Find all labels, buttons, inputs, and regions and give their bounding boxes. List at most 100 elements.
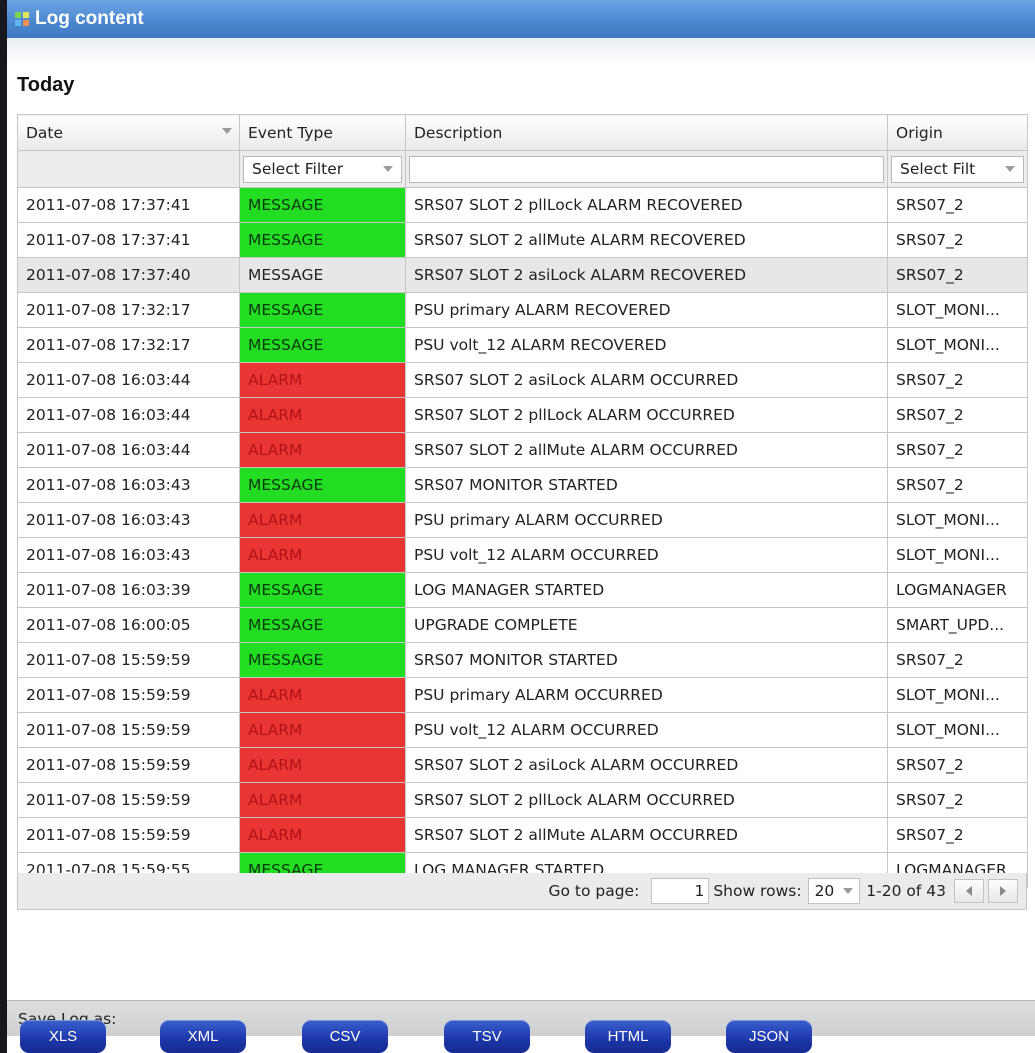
event-type-cell: ALARM <box>239 537 406 573</box>
date-cell: 2011-07-08 17:37:41 <box>17 222 240 258</box>
goto-page-label: Go to page: <box>548 882 640 900</box>
description-cell: SRS07 MONITOR STARTED <box>405 467 888 503</box>
origin-cell: SLOT_MONI... <box>887 712 1028 748</box>
description-cell: SRS07 SLOT 2 allMute ALARM RECOVERED <box>405 222 888 258</box>
origin-cell: SRS07_2 <box>887 782 1028 818</box>
event-type-cell: ALARM <box>239 782 406 818</box>
table-row[interactable]: 2011-07-08 15:59:59 ALARM PSU primary ALAR… <box>17 677 1028 713</box>
filter-cell-description <box>405 150 888 188</box>
date-cell: 2011-07-08 16:03:43 <box>17 467 240 503</box>
description-cell: SRS07 SLOT 2 asiLock ALARM OCCURRED <box>405 747 888 783</box>
filter-cell-empty <box>17 150 240 188</box>
column-header-origin[interactable]: Origin <box>887 114 1028 151</box>
event-type-cell: ALARM <box>239 712 406 748</box>
origin-cell: SRS07_2 <box>887 257 1028 293</box>
export-csv-button[interactable]: CSV <box>302 1020 388 1053</box>
chevron-down-icon <box>843 888 854 894</box>
event-type-cell: MESSAGE <box>239 607 406 643</box>
rows-per-page-value: 20 <box>814 882 835 900</box>
description-cell: SRS07 SLOT 2 pllLock ALARM OCCURRED <box>405 782 888 818</box>
date-cell: 2011-07-08 17:37:41 <box>17 187 240 223</box>
table-row[interactable]: 2011-07-08 15:59:59 ALARM PSU volt_12 ALAR… <box>17 712 1028 748</box>
date-cell: 2011-07-08 15:59:59 <box>17 817 240 853</box>
origin-cell: SRS07_2 <box>887 817 1028 853</box>
origin-cell: SMART_UPD... <box>887 607 1028 643</box>
page-number-input[interactable]: 1 <box>651 878 710 904</box>
event-type-cell: ALARM <box>239 502 406 538</box>
event-type-cell: MESSAGE <box>239 292 406 328</box>
date-cell: 2011-07-08 16:03:44 <box>17 432 240 468</box>
description-cell: LOG MANAGER STARTED <box>405 572 888 608</box>
origin-cell: SRS07_2 <box>887 397 1028 433</box>
column-header-label: Description <box>414 123 503 142</box>
date-cell: 2011-07-08 15:59:59 <box>17 747 240 783</box>
description-filter-input[interactable] <box>409 155 884 183</box>
export-tsv-button[interactable]: TSV <box>444 1020 530 1053</box>
table-row[interactable]: 2011-07-08 17:37:41 MESSAGE SRS07 SLOT 2 a… <box>17 222 1028 258</box>
origin-cell: SLOT_MONI... <box>887 537 1028 573</box>
table-row[interactable]: 2011-07-08 17:37:40 MESSAGE SRS07 SLOT 2 a… <box>17 257 1028 293</box>
table-row[interactable]: 2011-07-08 17:37:41 MESSAGE SRS07 SLOT 2 p… <box>17 187 1028 223</box>
date-cell: 2011-07-08 17:37:40 <box>17 257 240 293</box>
table-row[interactable]: 2011-07-08 15:59:59 ALARM SRS07 SLOT 2 pll… <box>17 782 1028 818</box>
event-type-cell: MESSAGE <box>239 642 406 678</box>
origin-cell: SRS07_2 <box>887 642 1028 678</box>
export-html-button[interactable]: HTML <box>585 1020 671 1053</box>
table-row[interactable]: 2011-07-08 17:32:17 MESSAGE PSU volt_12 AL… <box>17 327 1028 363</box>
export-xls-button[interactable]: XLS <box>20 1020 106 1053</box>
table-row[interactable]: 2011-07-08 15:59:59 ALARM SRS07 SLOT 2 all… <box>17 817 1028 853</box>
table-row[interactable]: 2011-07-08 17:32:17 MESSAGE PSU primary AL… <box>17 292 1028 328</box>
event-type-cell: MESSAGE <box>239 222 406 258</box>
origin-cell: SLOT_MONI... <box>887 677 1028 713</box>
chevron-down-icon <box>1005 166 1015 172</box>
prev-page-icon <box>966 886 972 896</box>
origin-cell: SLOT_MONI... <box>887 327 1028 363</box>
description-cell: SRS07 SLOT 2 asiLock ALARM RECOVERED <box>405 257 888 293</box>
sort-arrow-icon[interactable] <box>222 128 232 134</box>
table-row[interactable]: 2011-07-08 16:03:44 ALARM SRS07 SLOT 2 all… <box>17 432 1028 468</box>
origin-cell: SLOT_MONI... <box>887 292 1028 328</box>
export-xml-button[interactable]: XML <box>160 1020 246 1053</box>
event-type-cell: MESSAGE <box>239 327 406 363</box>
origin-cell: SRS07_2 <box>887 362 1028 398</box>
table-row[interactable]: 2011-07-08 15:59:59 ALARM SRS07 SLOT 2 asi… <box>17 747 1028 783</box>
event-type-cell: ALARM <box>239 397 406 433</box>
table-row[interactable]: 2011-07-08 16:00:05 MESSAGE UPGRADE COMPLE… <box>17 607 1028 643</box>
description-cell: SRS07 SLOT 2 pllLock ALARM RECOVERED <box>405 187 888 223</box>
event-type-filter-select[interactable]: Select Filter <box>243 155 402 183</box>
table-row[interactable]: 2011-07-08 16:03:39 MESSAGE LOG MANAGER ST… <box>17 572 1028 608</box>
column-header-date[interactable]: Date <box>17 114 240 151</box>
chevron-down-icon <box>383 166 393 172</box>
date-cell: 2011-07-08 15:59:59 <box>17 642 240 678</box>
origin-cell: SRS07_2 <box>887 467 1028 503</box>
table-row[interactable]: 2011-07-08 15:59:59 MESSAGE SRS07 MONITOR … <box>17 642 1028 678</box>
event-type-cell: ALARM <box>239 747 406 783</box>
description-cell: PSU primary ALARM OCCURRED <box>405 677 888 713</box>
origin-filter-select[interactable]: Select Filt <box>891 155 1024 183</box>
description-cell: SRS07 SLOT 2 asiLock ALARM OCCURRED <box>405 362 888 398</box>
next-page-button[interactable] <box>988 879 1018 903</box>
date-cell: 2011-07-08 16:03:39 <box>17 572 240 608</box>
description-cell: SRS07 MONITOR STARTED <box>405 642 888 678</box>
description-cell: SRS07 SLOT 2 pllLock ALARM OCCURRED <box>405 397 888 433</box>
column-header-event-type[interactable]: Event Type <box>239 114 406 151</box>
event-type-cell: ALARM <box>239 362 406 398</box>
export-json-button[interactable]: JSON <box>726 1020 812 1053</box>
column-header-description[interactable]: Description <box>405 114 888 151</box>
table-row[interactable]: 2011-07-08 16:03:43 MESSAGE SRS07 MONITOR … <box>17 467 1028 503</box>
origin-cell: SRS07_2 <box>887 187 1028 223</box>
rows-per-page-select[interactable]: 20 <box>807 878 861 904</box>
table-row[interactable]: 2011-07-08 16:03:44 ALARM SRS07 SLOT 2 asi… <box>17 362 1028 398</box>
origin-cell: SRS07_2 <box>887 222 1028 258</box>
event-type-cell: MESSAGE <box>239 572 406 608</box>
table-row[interactable]: 2011-07-08 16:03:44 ALARM SRS07 SLOT 2 pll… <box>17 397 1028 433</box>
table-row[interactable]: 2011-07-08 16:03:43 ALARM PSU volt_12 ALAR… <box>17 537 1028 573</box>
table-row[interactable]: 2011-07-08 16:03:43 ALARM PSU primary ALAR… <box>17 502 1028 538</box>
column-header-label: Origin <box>896 123 943 142</box>
description-cell: PSU primary ALARM OCCURRED <box>405 502 888 538</box>
prev-page-button[interactable] <box>954 879 984 903</box>
event-type-cell: MESSAGE <box>239 467 406 503</box>
date-cell: 2011-07-08 17:32:17 <box>17 327 240 363</box>
date-cell: 2011-07-08 16:00:05 <box>17 607 240 643</box>
column-header-label: Event Type <box>248 123 333 142</box>
